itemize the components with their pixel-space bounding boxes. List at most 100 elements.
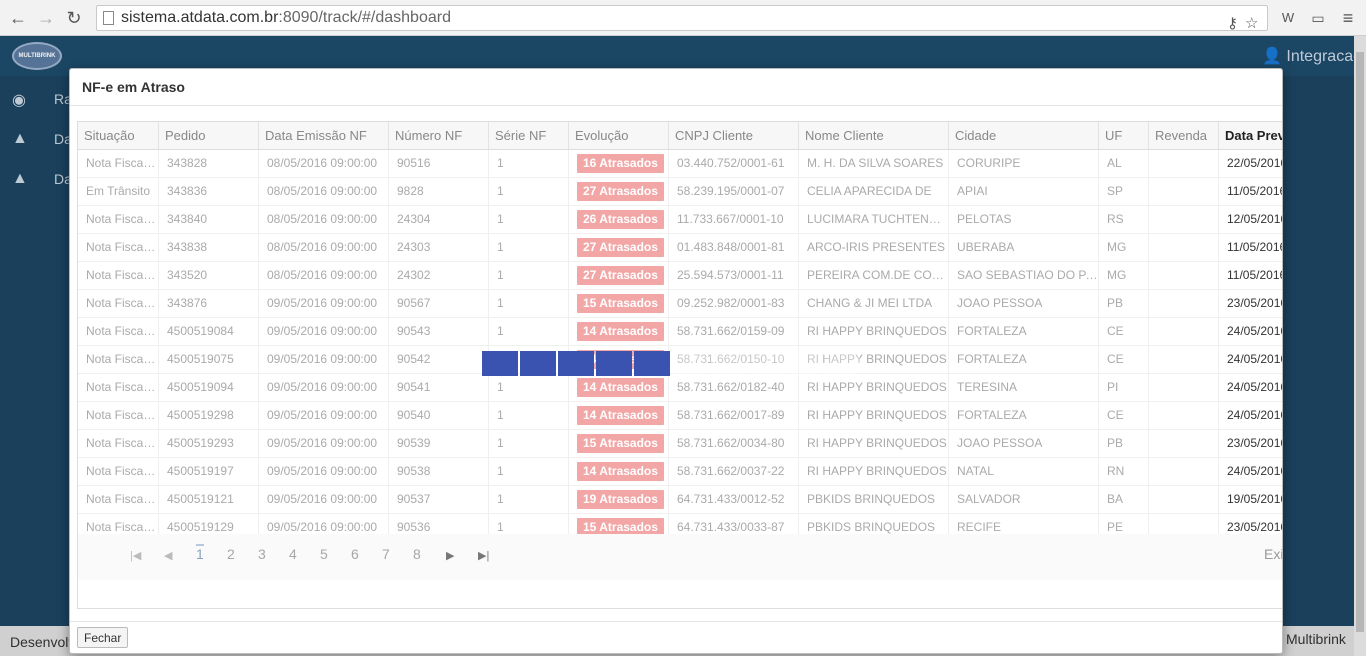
table-cell: 1 — [489, 318, 569, 345]
table-cell: 14 Atrasados — [569, 458, 669, 485]
table-cell — [1149, 178, 1219, 205]
page-icon — [103, 11, 114, 25]
delay-badge: 16 Atrasados — [577, 154, 664, 173]
table-row[interactable]: Nota Fiscal Emitida34383808/05/2016 09:0… — [78, 234, 1282, 262]
table-cell: PI — [1099, 374, 1149, 401]
first-page-button[interactable]: |◀ — [130, 549, 141, 562]
table-cell: 08/05/2016 09:00:00 — [259, 206, 389, 233]
column-header[interactable]: Revenda — [1149, 122, 1219, 149]
table-cell: 9828 — [389, 178, 489, 205]
column-header[interactable]: UF — [1099, 122, 1149, 149]
column-header[interactable]: Nome Cliente — [799, 122, 949, 149]
star-icon[interactable]: ☆ — [1245, 14, 1258, 32]
table-cell: 16 Atrasados — [569, 150, 669, 177]
loader-segment — [634, 351, 670, 376]
table-cell: 90537 — [389, 486, 489, 513]
table-row[interactable]: Nota Fiscal Emitida450051909409/05/2016 … — [78, 374, 1282, 402]
table-cell: 90516 — [389, 150, 489, 177]
table-row[interactable]: Nota Fiscal Emitida34352008/05/2016 09:0… — [78, 262, 1282, 290]
menu-icon[interactable]: ≡ — [1336, 6, 1360, 30]
column-header[interactable]: Situação — [78, 122, 159, 149]
loader-segment — [786, 351, 822, 376]
column-header[interactable]: CNPJ Cliente — [669, 122, 799, 149]
table-cell: 27 Atrasados — [569, 234, 669, 261]
table-row[interactable]: Nota Fiscal Emitida34387609/05/2016 09:0… — [78, 290, 1282, 318]
table-cell: 09/05/2016 09:00:00 — [259, 318, 389, 345]
table-cell: Nota Fiscal Emitida — [78, 290, 159, 317]
forward-arrow-icon[interactable]: → — [34, 6, 58, 30]
column-header[interactable]: Cidade — [949, 122, 1099, 149]
table-cell: 343840 — [159, 206, 259, 233]
table-cell: 24/05/2016 — [1219, 374, 1282, 401]
table-cell: 343836 — [159, 178, 259, 205]
table-cell: CORURIPE — [949, 150, 1099, 177]
table-cell: 11/05/2016 — [1219, 262, 1282, 289]
modal-footer: Fechar — [70, 621, 1282, 653]
table-cell: 343876 — [159, 290, 259, 317]
table-cell: APIAI — [949, 178, 1099, 205]
table-cell: 4500519121 — [159, 486, 259, 513]
prev-page-button[interactable]: ◀ — [164, 549, 172, 562]
table-row[interactable]: Nota Fiscal Emitida450051912109/05/2016 … — [78, 486, 1282, 514]
table-cell — [1149, 374, 1219, 401]
table-cell: Nota Fiscal Emitida — [78, 430, 159, 457]
table-cell — [1149, 346, 1219, 373]
table-cell: 09/05/2016 09:00:00 — [259, 346, 389, 373]
back-arrow-icon[interactable]: ← — [6, 6, 30, 30]
page-link[interactable]: 7 — [382, 546, 390, 562]
loader-segment — [824, 351, 860, 376]
table-row[interactable]: Nota Fiscal Emitida450051919709/05/2016 … — [78, 458, 1282, 486]
table-cell: 1 — [489, 178, 569, 205]
table-row[interactable]: Nota Fiscal Emitida34382808/05/2016 09:0… — [78, 150, 1282, 178]
table-cell: 90540 — [389, 402, 489, 429]
fechar-button[interactable]: Fechar — [77, 627, 129, 648]
address-bar[interactable]: sistema.atdata.com.br:8090/track/#/dashb… — [96, 5, 1268, 32]
table-cell: 09/05/2016 09:00:00 — [259, 402, 389, 429]
table-row[interactable]: Nota Fiscal Emitida450051929309/05/2016 … — [78, 430, 1282, 458]
table-row[interactable]: Nota Fiscal Emitida450051908409/05/2016 … — [78, 318, 1282, 346]
next-page-button[interactable]: ▶ — [446, 549, 454, 562]
delay-badge: 27 Atrasados — [577, 238, 664, 257]
column-header[interactable]: Evolução — [569, 122, 669, 149]
table-cell — [1149, 234, 1219, 261]
table-row[interactable]: Em Trânsito 343836 08/05/2016 09:00:00 9828… — [78, 178, 1282, 206]
page-link[interactable]: 5 — [320, 546, 328, 562]
table-cell: 1 — [489, 458, 569, 485]
delay-badge: 15 Atrasados — [577, 434, 664, 453]
column-header[interactable]: Data Previsão — [1219, 122, 1282, 149]
column-header[interactable]: Data Emissão NF — [259, 122, 389, 149]
page-link[interactable]: 8 — [413, 546, 421, 562]
page-link[interactable]: 2 — [227, 546, 235, 562]
table-cell: 90567 — [389, 290, 489, 317]
table-cell: Nota Fiscal Emitida — [78, 402, 159, 429]
table-cell: 15 Atrasados — [569, 290, 669, 317]
table-cell: 09/05/2016 09:00:00 — [259, 374, 389, 401]
page-link[interactable]: 4 — [289, 546, 297, 562]
last-page-button[interactable]: ▶| — [478, 549, 489, 562]
key-icon[interactable]: ⚷ — [1227, 14, 1238, 32]
table-cell: 58.731.662/0017-89 — [669, 402, 799, 429]
column-header[interactable]: Série NF — [489, 122, 569, 149]
cast-icon[interactable]: ▭ — [1306, 6, 1330, 30]
table-cell: Nota Fiscal Emitida — [78, 150, 159, 177]
delay-badge: 27 Atrasados — [577, 266, 664, 285]
delay-badge: 26 Atrasados — [577, 210, 664, 229]
table-row[interactable]: Nota Fiscal Emitida450051929809/05/2016 … — [78, 402, 1282, 430]
table-cell: 58.731.662/0034-80 — [669, 430, 799, 457]
table-cell: PB — [1099, 430, 1149, 457]
page-link[interactable]: 1 — [196, 544, 204, 562]
table-cell: 26 Atrasados — [569, 206, 669, 233]
table-cell: CELIA APARECIDA DE — [799, 178, 949, 205]
table-cell: PEREIRA COM.DE COSMETICOS — [799, 262, 949, 289]
table-cell: CE — [1099, 346, 1149, 373]
reload-icon[interactable]: ↻ — [62, 6, 86, 30]
column-header[interactable]: Pedido — [159, 122, 259, 149]
column-header[interactable]: Número NF — [389, 122, 489, 149]
table-cell: 90539 — [389, 430, 489, 457]
table-cell: 22/05/2016 — [1219, 150, 1282, 177]
table-cell: 90538 — [389, 458, 489, 485]
page-link[interactable]: 6 — [351, 546, 359, 562]
table-row[interactable]: Nota Fiscal Emitida34384008/05/2016 09:0… — [78, 206, 1282, 234]
page-link[interactable]: 3 — [258, 546, 266, 562]
extension-w-icon[interactable]: W — [1276, 6, 1300, 30]
